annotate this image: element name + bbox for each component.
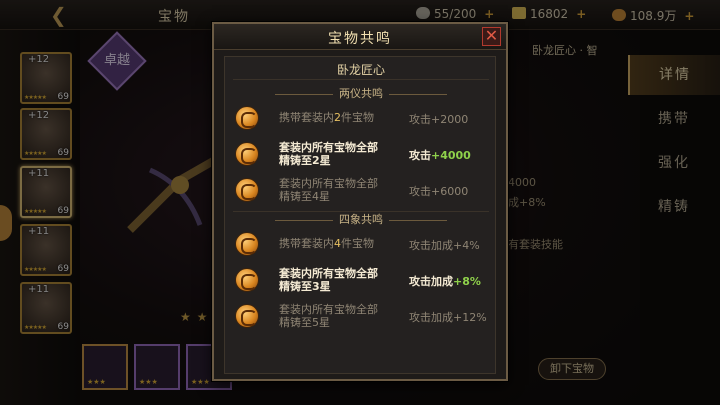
- bonus-label: 攻击: [409, 113, 431, 126]
- section-title: 两仪共鸣: [225, 85, 497, 101]
- set-name: 卧龙匠心: [336, 63, 385, 77]
- close-icon[interactable]: ✕: [482, 27, 501, 46]
- condition-text: 套装内所有宝物全部: [279, 303, 378, 316]
- section-title-text: 四象共鸣: [339, 213, 383, 226]
- bonus-label: 攻击: [409, 149, 431, 162]
- divider: [233, 79, 489, 80]
- resonance-bonus: 攻击+2000: [409, 111, 468, 127]
- resonance-condition: 携带套装内4件宝物: [279, 237, 403, 250]
- resonance-condition: 套装内所有宝物全部 精铸至2星: [279, 141, 403, 167]
- condition-text: 精铸至5星: [279, 316, 330, 329]
- bonus-value: +4%: [453, 239, 480, 252]
- resonance-bonus: 攻击+6000: [409, 183, 468, 199]
- taiji-orb-icon: [235, 106, 259, 130]
- condition-text: 精铸至3星: [279, 280, 331, 293]
- condition-text: 携带套装内: [279, 237, 334, 250]
- bonus-value: +12%: [453, 311, 487, 324]
- ornament-line: [389, 93, 447, 95]
- resonance-bonus: 攻击+4000: [409, 147, 471, 163]
- resonance-bonus: 攻击加成+4%: [409, 237, 480, 253]
- bonus-label: 攻击: [409, 185, 431, 198]
- condition-text: 精铸至4星: [279, 190, 330, 203]
- taiji-orb-icon: [235, 304, 259, 328]
- resonance-row: 套装内所有宝物全部 精铸至4星 攻击+6000: [225, 173, 497, 207]
- condition-text: 套装内所有宝物全部: [279, 267, 378, 280]
- resonance-modal: 宝物共鸣 ✕ 卧龙匠心 两仪共鸣 携带套装内2件宝物 攻击+2000 套装内所有…: [212, 22, 508, 381]
- bonus-value: +6000: [431, 185, 469, 198]
- resonance-row-active: 套装内所有宝物全部 精铸至2星 攻击+4000: [225, 137, 497, 171]
- ornament-line: [275, 93, 333, 95]
- taiji-orb-icon: [235, 178, 259, 202]
- condition-text: 套装内所有宝物全部: [279, 141, 378, 154]
- resonance-bonus: 攻击加成+8%: [409, 273, 481, 289]
- resonance-row: 携带套装内2件宝物 攻击+2000: [225, 101, 497, 135]
- bonus-value: +8%: [453, 275, 481, 288]
- modal-title: 宝物共鸣: [328, 31, 392, 47]
- ornament-line: [275, 219, 333, 221]
- resonance-condition: 携带套装内2件宝物: [279, 111, 403, 124]
- resonance-condition: 套装内所有宝物全部 精铸至3星: [279, 267, 403, 293]
- taiji-orb-icon: [235, 232, 259, 256]
- section-title-text: 两仪共鸣: [339, 87, 383, 100]
- bonus-value: +4000: [431, 149, 471, 162]
- condition-text: 件宝物: [341, 111, 374, 124]
- condition-highlight: 4: [334, 237, 341, 250]
- bonus-label: 攻击加成: [409, 311, 453, 324]
- bonus-value: +2000: [431, 113, 469, 126]
- condition-text: 套装内所有宝物全部: [279, 177, 378, 190]
- resonance-panel: 卧龙匠心 两仪共鸣 携带套装内2件宝物 攻击+2000 套装内所有宝物全部 精铸至…: [224, 56, 496, 374]
- resonance-bonus: 攻击加成+12%: [409, 309, 487, 325]
- condition-text: 携带套装内: [279, 111, 334, 124]
- condition-text: 精铸至2星: [279, 154, 331, 167]
- taiji-orb-icon: [235, 268, 259, 292]
- section-title: 四象共鸣: [225, 211, 497, 227]
- resonance-row-active: 套装内所有宝物全部 精铸至3星 攻击加成+8%: [225, 263, 497, 297]
- bonus-label: 攻击加成: [409, 239, 453, 252]
- resonance-condition: 套装内所有宝物全部 精铸至4星: [279, 177, 403, 203]
- ornament-line: [389, 219, 447, 221]
- taiji-orb-icon: [235, 142, 259, 166]
- resonance-row: 携带套装内4件宝物 攻击加成+4%: [225, 227, 497, 261]
- condition-text: 件宝物: [341, 237, 374, 250]
- resonance-row: 套装内所有宝物全部 精铸至5星 攻击加成+12%: [225, 299, 497, 333]
- modal-header: 宝物共鸣 ✕: [214, 24, 506, 50]
- bonus-label: 攻击加成: [409, 275, 453, 288]
- resonance-condition: 套装内所有宝物全部 精铸至5星: [279, 303, 403, 329]
- condition-highlight: 2: [334, 111, 341, 124]
